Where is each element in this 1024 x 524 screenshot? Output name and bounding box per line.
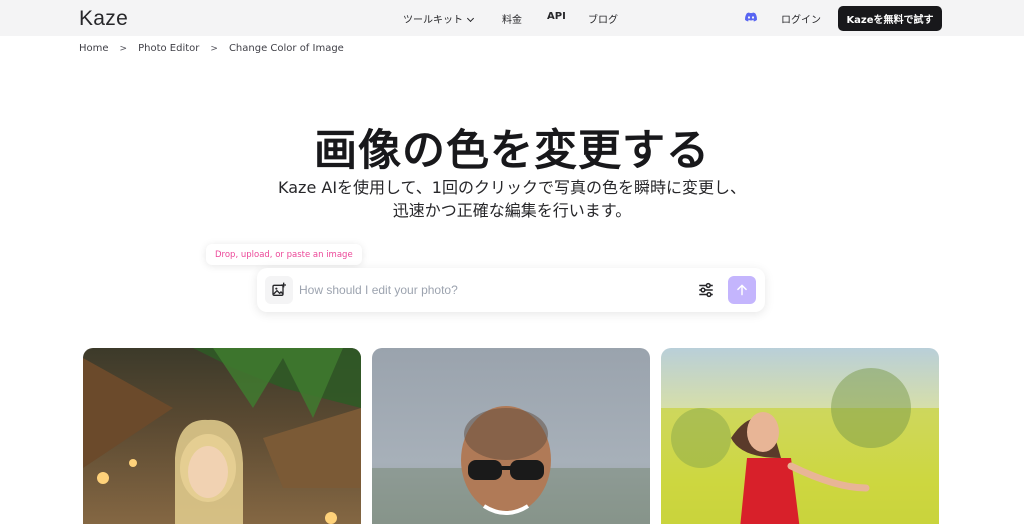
upload-image-button[interactable] <box>265 276 293 304</box>
example-image-man-sunglasses[interactable] <box>372 348 650 524</box>
login-link[interactable]: ログイン <box>781 11 821 26</box>
chevron-right-icon: > <box>210 43 218 54</box>
image-upload-icon <box>272 282 286 296</box>
discord-icon[interactable] <box>745 12 757 22</box>
nav-item-api[interactable]: API <box>547 11 566 22</box>
nav-item-blog[interactable]: ブログ <box>588 11 618 26</box>
tooltip-text: Drop, upload, or paste an image <box>215 249 353 260</box>
kaze-logo[interactable]: Kaze <box>79 7 128 31</box>
example-photo <box>372 406 650 524</box>
nav-item-toolkit[interactable]: ツールキット <box>403 11 475 26</box>
chevron-down-icon <box>466 14 475 23</box>
try-free-button[interactable]: Kazeを無料で試す <box>838 6 942 31</box>
nav-item-label: ツールキット <box>403 15 463 26</box>
page-title: 画像の色を変更する <box>314 126 710 176</box>
breadcrumb-home[interactable]: Home <box>79 43 109 54</box>
edit-prompt-input[interactable] <box>299 280 679 300</box>
chevron-right-icon: > <box>119 43 128 54</box>
nav-item-pricing[interactable]: 料金 <box>502 11 522 26</box>
breadcrumb-current: Change Color of Image <box>228 43 344 54</box>
submit-button[interactable] <box>728 276 756 304</box>
subtitle-line-2: 迅速かつ正確な編集を行います。 <box>392 201 632 220</box>
example-photo <box>661 368 939 524</box>
edit-prompt-box <box>257 268 765 312</box>
settings-sliders-icon[interactable] <box>697 281 715 299</box>
breadcrumb: Home > Photo Editor > Change Color of Im… <box>79 43 344 54</box>
example-image-woman-red-dress[interactable] <box>661 348 939 524</box>
breadcrumb-photo-editor[interactable]: Photo Editor <box>138 43 199 54</box>
arrow-up-icon <box>737 284 747 296</box>
top-navigation-bar: Kaze ツールキット 料金 API ブログ ログイン Kazeを無料で試す <box>0 0 1024 36</box>
page-subtitle: Kaze AIを使用して、1回のクリックで写真の色を瞬時に変更し、 迅速かつ正確… <box>0 176 1024 222</box>
upload-tooltip: Drop, upload, or paste an image <box>206 244 362 265</box>
example-photo <box>83 348 361 524</box>
subtitle-line-1: Kaze AIを使用して、1回のクリックで写真の色を瞬時に変更し、 <box>278 178 746 197</box>
example-image-woman-tropical[interactable] <box>83 348 361 524</box>
